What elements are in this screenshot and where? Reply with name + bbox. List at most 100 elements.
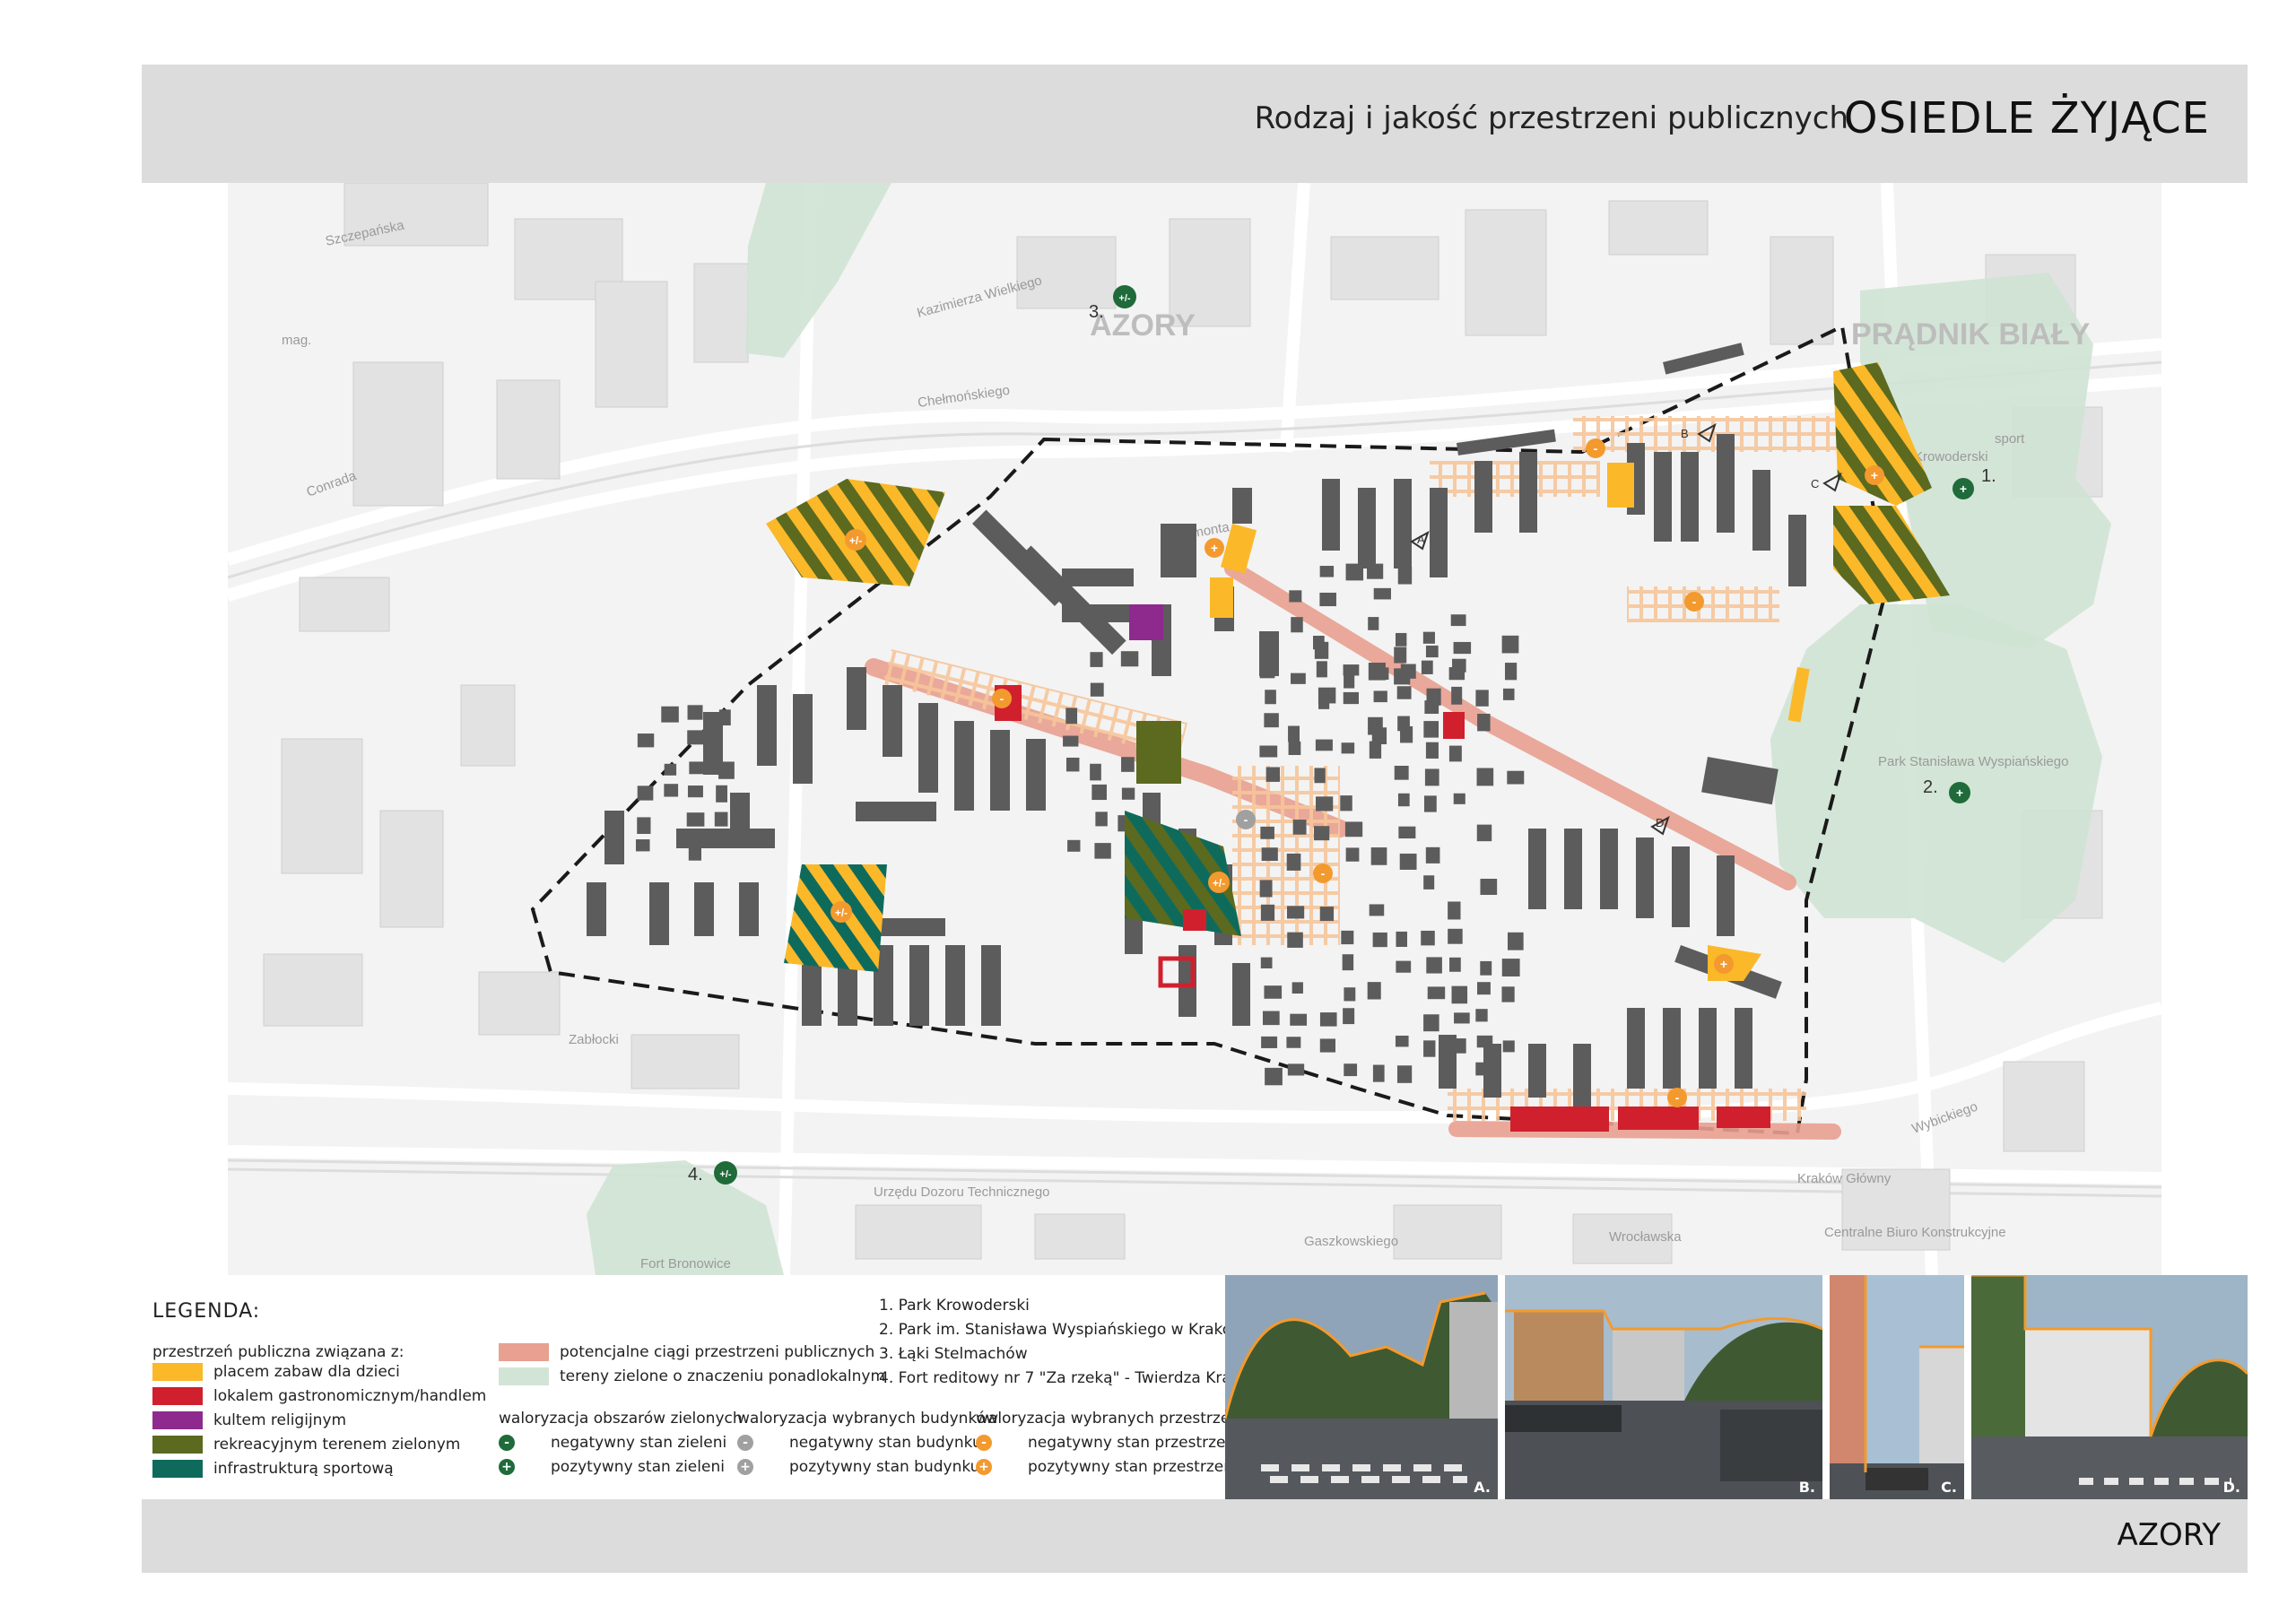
photo-d[interactable]: D.: [1971, 1275, 2248, 1499]
house-block: [1291, 617, 1303, 633]
house-block: [1397, 566, 1413, 585]
svg-text:-: -: [1675, 1090, 1680, 1105]
house-block: [718, 709, 731, 726]
legend-item-recreation: rekreacyjnym terenem zielonym: [152, 1436, 460, 1454]
legend-val-spaces-pos: + pozytywny stan przestrzeni: [976, 1458, 1238, 1476]
footer-label: AZORY: [2117, 1517, 2221, 1553]
house-block: [1396, 960, 1412, 973]
house-block: [1451, 686, 1463, 705]
photo-c[interactable]: C.: [1830, 1275, 1964, 1499]
place-item: 2. Park im. Stanisława Wyspiańskiego w K…: [879, 1321, 1258, 1339]
house-block: [1345, 563, 1364, 581]
map-canvas: AZORY PRĄDNIK BIAŁY Chełmońskiego Conrad…: [228, 183, 2161, 1275]
house-block: [1476, 768, 1494, 786]
legend-item-playground: placem zabaw dla dzieci: [152, 1363, 400, 1381]
photo-a-image: [1225, 1275, 1498, 1499]
street-label: sport: [1995, 431, 2025, 447]
place-item: 1. Park Krowoderski: [879, 1297, 1030, 1315]
house-block: [1423, 1040, 1436, 1057]
house-block: [1260, 957, 1273, 968]
house-block: [1065, 757, 1080, 772]
legend-item-sport: infrastrukturą sportową: [152, 1460, 394, 1478]
street-label: Chełmońskiego: [917, 383, 1011, 411]
svg-text:+/-: +/-: [719, 1169, 731, 1180]
house-block: [714, 812, 728, 827]
house-block: [687, 730, 704, 745]
swatch-green-zone: [499, 1367, 549, 1385]
svg-text:D: D: [1656, 816, 1664, 829]
district-map[interactable]: AZORY PRĄDNIK BIAŁY Chełmońskiego Conrad…: [228, 183, 2161, 1275]
house-block: [1259, 880, 1273, 898]
house-block: [1290, 1013, 1308, 1026]
house-block: [1480, 960, 1492, 976]
house-block: [1261, 1036, 1278, 1048]
street-label: Wrocławska: [1609, 1229, 1682, 1245]
photo-a[interactable]: A.: [1225, 1275, 1498, 1499]
house-block: [1344, 1063, 1358, 1077]
page-subtitle: Rodzaj i jakość przestrzeni publicznych: [1254, 100, 1848, 136]
house-block: [1475, 1062, 1492, 1076]
house-block: [1261, 847, 1278, 862]
photo-d-image: [1971, 1275, 2248, 1499]
house-block: [1480, 879, 1498, 895]
house-block: [1448, 928, 1463, 944]
svg-text:+/-: +/-: [1213, 877, 1225, 890]
street-label: Urzędu Dozoru Technicznego: [874, 1185, 1050, 1200]
house-block: [637, 785, 654, 801]
photo-c-image: [1830, 1275, 1964, 1499]
legend-val-spaces-neg: - negatywny stan przestrzeni: [976, 1434, 1239, 1452]
legend-title: LEGENDA:: [152, 1300, 261, 1323]
house-block: [1423, 795, 1437, 812]
commercial-area: [1443, 712, 1465, 739]
house-block: [1288, 725, 1300, 742]
house-block: [1396, 686, 1412, 699]
legend-item-label: rekreacyjnym terenem zielonym: [213, 1436, 461, 1454]
photo-strip: A. B. C. D.: [1225, 1275, 2248, 1499]
house-block: [1373, 667, 1389, 681]
svg-text:2.: 2.: [1923, 777, 1938, 797]
page-title: OSIEDLE ŻYJĄCE: [1843, 93, 2210, 143]
house-block: [1343, 1008, 1355, 1025]
house-block: [1288, 741, 1301, 756]
positive-space-marker: +: [1205, 538, 1224, 558]
house-block: [1314, 641, 1329, 659]
photo-b-image: [1505, 1275, 1822, 1499]
street-label: Kraków Główny: [1797, 1171, 1892, 1186]
house-block: [1094, 843, 1111, 859]
footer-bar: AZORY: [142, 1499, 2248, 1573]
house-block: [635, 839, 650, 852]
legend-item-label: infrastrukturą sportową: [213, 1460, 394, 1478]
house-block: [1259, 664, 1275, 679]
photo-label: D.: [2222, 1479, 2240, 1496]
house-block: [1475, 1009, 1488, 1022]
legend-item-label: lokalem gastronomicznym/handlem: [213, 1387, 487, 1405]
house-block: [1287, 906, 1305, 919]
house-block: [1370, 847, 1387, 865]
house-block: [1424, 768, 1439, 786]
legend-item-label: pozytywny stan budynku: [789, 1458, 980, 1476]
svg-text:+/-: +/-: [835, 907, 848, 919]
house-block: [1091, 784, 1107, 801]
svg-text:4.: 4.: [688, 1165, 703, 1185]
legend-item-green-zone: tereny zielone o znaczeniu ponadlokalnym: [499, 1367, 885, 1385]
house-block: [1449, 1038, 1466, 1054]
house-block: [1395, 1035, 1409, 1047]
house-block: [664, 784, 679, 797]
photo-b[interactable]: B.: [1505, 1275, 1822, 1499]
svg-text:C: C: [1811, 477, 1819, 490]
legend-val-buildings-pos: + pozytywny stan budynku: [737, 1458, 979, 1476]
legend-item-label: pozytywny stan przestrzeni: [1028, 1458, 1238, 1476]
negative-space-marker: -: [1313, 864, 1333, 883]
mixed-space-marker: +/-: [845, 529, 866, 551]
playground-area: [1607, 463, 1634, 508]
photo-point-c: C: [1811, 472, 1842, 492]
house-block: [1367, 982, 1381, 1000]
swatch-commercial: [152, 1387, 203, 1405]
green-zone-laki-stelmachow: [746, 183, 891, 358]
house-block: [1422, 631, 1435, 644]
house-block: [1264, 985, 1283, 999]
commercial-area: [1510, 1107, 1609, 1132]
legend-item-label: pozytywny stan zieleni: [551, 1458, 725, 1476]
house-block: [1260, 826, 1274, 839]
swatch-recreation: [152, 1436, 203, 1454]
